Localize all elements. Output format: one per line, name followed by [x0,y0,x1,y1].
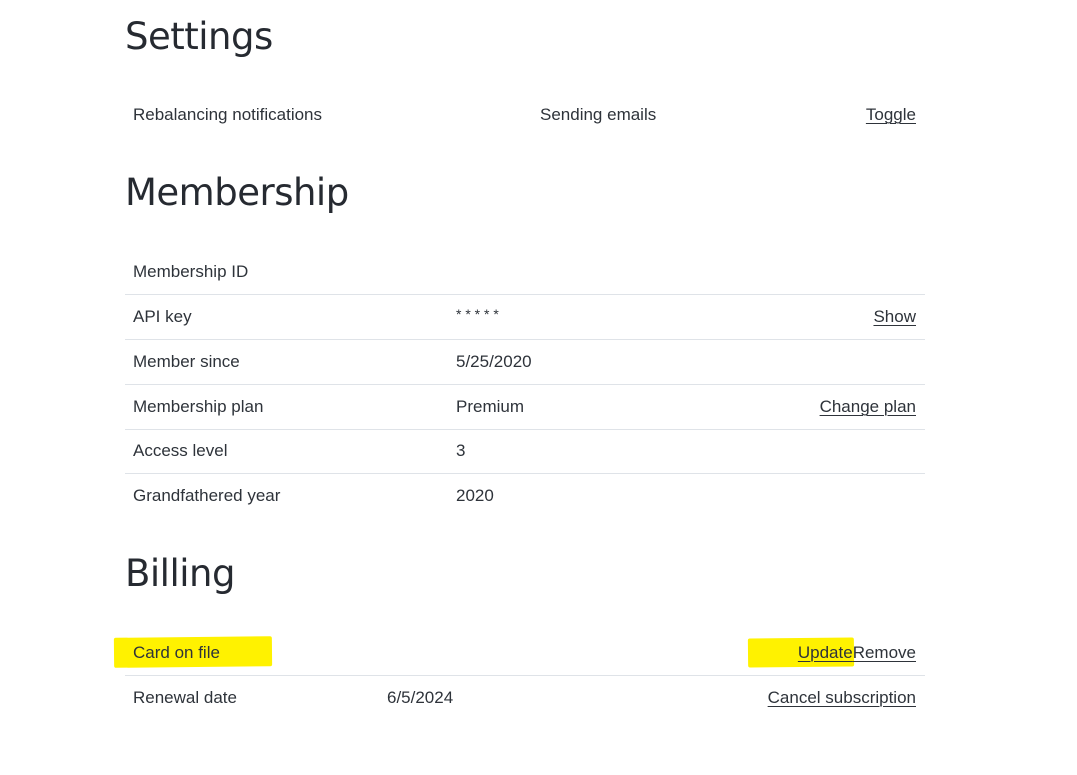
row-label: Membership ID [133,262,249,281]
membership-title: Membership [125,171,349,214]
row-value: 2020 [456,486,494,505]
row-label: Membership plan [133,397,264,416]
row-actions: Change plan [820,397,916,417]
row-label: Grandfathered year [133,486,281,505]
row-value: Premium [456,397,525,416]
settings-row-rebalancing: Rebalancing notifications Sending emails… [125,93,925,137]
row-value: 6/5/2024 [387,688,454,707]
row-actions: Update Remove [798,643,916,663]
membership-row-member-since: Member since 5/25/2020 [125,340,925,385]
remove-card-link[interactable]: Remove [853,643,916,663]
show-api-key-link[interactable]: Show [873,307,916,327]
update-card-link[interactable]: Update [798,643,853,663]
membership-row-grandfathered-year: Grandfathered year 2020 [125,474,925,518]
row-value: Sending emails [540,105,657,124]
row-label: Access level [133,441,228,460]
settings-title: Settings [125,15,273,58]
row-value: 3 [456,441,466,460]
row-label: Member since [133,352,240,371]
row-actions: Show [873,307,916,327]
change-plan-link[interactable]: Change plan [820,397,916,417]
api-key-masked-value: * * * * * [456,306,499,323]
row-label: Renewal date [133,688,237,707]
membership-row-access-level: Access level 3 [125,429,925,474]
row-label: Rebalancing notifications [133,105,323,124]
membership-row-api-key: API key * * * * * Show [125,295,925,340]
billing-row-renewal-date: Renewal date 6/5/2024 Cancel subscriptio… [125,676,925,720]
row-label: Card on file [133,643,220,662]
cancel-subscription-link[interactable]: Cancel subscription [768,688,916,708]
billing-title: Billing [125,552,235,595]
row-value: 5/25/2020 [456,352,532,371]
row-actions: Cancel subscription [768,688,916,708]
row-actions: Toggle [866,105,916,125]
row-label: API key [133,307,192,326]
membership-row-plan: Membership plan Premium Change plan [125,385,925,430]
billing-row-card-on-file: Card on file Update Remove [125,631,925,676]
toggle-link[interactable]: Toggle [866,105,916,125]
membership-row-id: Membership ID [125,250,925,295]
